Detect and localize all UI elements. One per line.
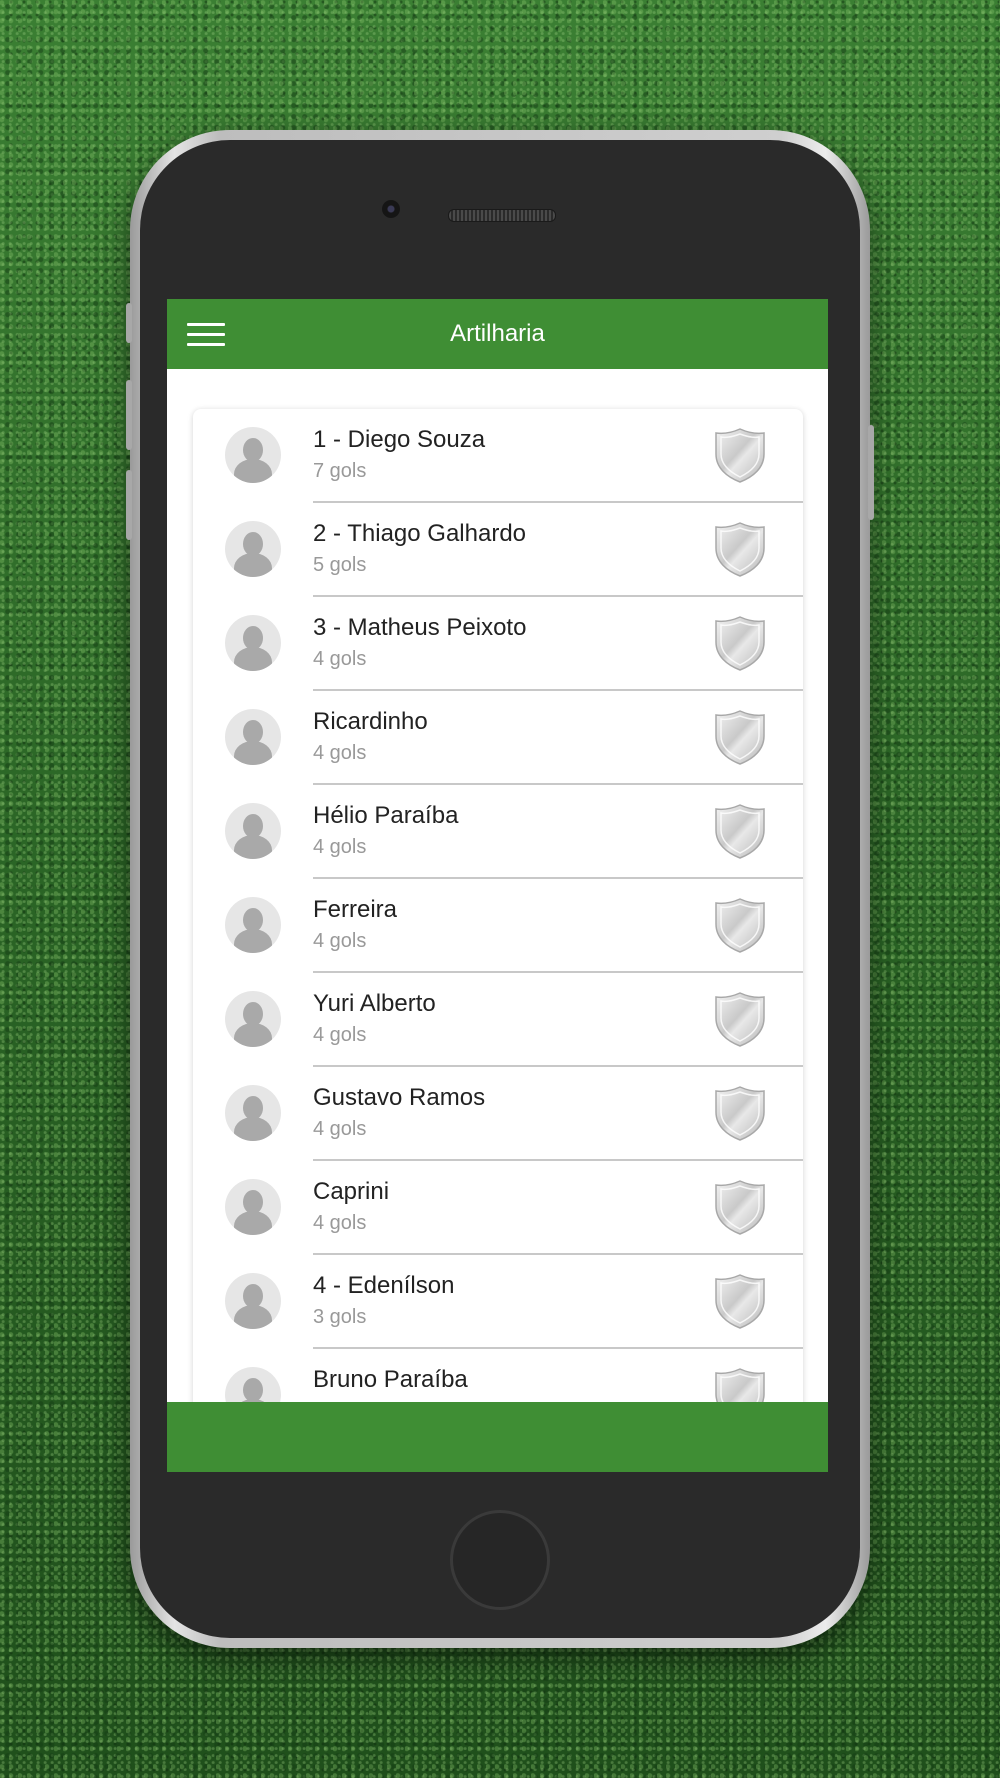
person-avatar-icon xyxy=(225,897,281,953)
team-crest-icon xyxy=(715,992,765,1047)
person-avatar-icon xyxy=(225,709,281,765)
app-screen: Artilharia 1 - Diego Souza 7 gols 2 - Th… xyxy=(167,299,828,1472)
player-goals: 5 gols xyxy=(313,554,367,576)
list-item[interactable]: 1 - Diego Souza 7 gols xyxy=(193,409,803,503)
player-name: Hélio Paraíba xyxy=(313,802,459,829)
team-crest-icon xyxy=(715,428,765,483)
player-goals: 4 gols xyxy=(313,742,367,764)
person-avatar-icon xyxy=(225,615,281,671)
app-footer-bar xyxy=(167,1402,828,1472)
power-button xyxy=(868,425,874,520)
player-goals: 4 gols xyxy=(313,1024,367,1046)
player-name: Gustavo Ramos xyxy=(313,1084,486,1111)
player-name: 3 - Matheus Peixoto xyxy=(313,614,527,641)
list-item[interactable]: 3 - Matheus Peixoto 4 gols xyxy=(193,597,803,691)
player-name: 2 - Thiago Galhardo xyxy=(313,520,527,547)
team-crest-icon xyxy=(715,522,765,577)
scorer-list: 1 - Diego Souza 7 gols 2 - Thiago Galhar… xyxy=(193,409,803,1472)
team-crest-icon xyxy=(715,898,765,953)
volume-up-button xyxy=(126,380,132,450)
home-button[interactable] xyxy=(450,1510,550,1610)
player-name: Bruno Paraíba xyxy=(313,1366,468,1393)
list-item[interactable]: Caprini 4 gols xyxy=(193,1161,803,1255)
team-crest-icon xyxy=(715,710,765,765)
player-goals: 4 gols xyxy=(313,836,367,858)
volume-down-button xyxy=(126,470,132,540)
team-crest-icon xyxy=(715,1086,765,1141)
earpiece-speaker xyxy=(448,209,556,222)
team-crest-icon xyxy=(715,804,765,859)
player-name: Caprini xyxy=(313,1178,390,1205)
team-crest-icon xyxy=(715,1180,765,1235)
person-avatar-icon xyxy=(225,427,281,483)
person-avatar-icon xyxy=(225,803,281,859)
list-item[interactable]: 2 - Thiago Galhardo 5 gols xyxy=(193,503,803,597)
person-avatar-icon xyxy=(225,1085,281,1141)
list-item[interactable]: Ferreira 4 gols xyxy=(193,879,803,973)
front-camera-icon xyxy=(382,200,400,218)
player-goals: 4 gols xyxy=(313,1118,367,1140)
person-avatar-icon xyxy=(225,1179,281,1235)
team-crest-icon xyxy=(715,1274,765,1329)
player-name: Yuri Alberto xyxy=(313,990,436,1017)
list-item[interactable]: Gustavo Ramos 4 gols xyxy=(193,1067,803,1161)
player-name: 1 - Diego Souza xyxy=(313,426,486,453)
player-goals: 4 gols xyxy=(313,648,367,670)
player-goals: 3 gols xyxy=(313,1306,367,1328)
list-item[interactable]: 4 - Edenílson 3 gols xyxy=(193,1255,803,1349)
player-goals: 4 gols xyxy=(313,930,367,952)
player-name: 4 - Edenílson xyxy=(313,1272,455,1299)
list-item[interactable]: Yuri Alberto 4 gols xyxy=(193,973,803,1067)
silent-switch xyxy=(126,303,132,343)
app-header: Artilharia xyxy=(167,299,828,369)
person-avatar-icon xyxy=(225,521,281,577)
player-name: Ferreira xyxy=(313,896,398,923)
player-goals: 4 gols xyxy=(313,1212,367,1234)
player-name: Ricardinho xyxy=(313,708,428,735)
list-item[interactable]: Hélio Paraíba 4 gols xyxy=(193,785,803,879)
list-item[interactable]: Ricardinho 4 gols xyxy=(193,691,803,785)
person-avatar-icon xyxy=(225,991,281,1047)
player-goals: 7 gols xyxy=(313,460,367,482)
person-avatar-icon xyxy=(225,1273,281,1329)
team-crest-icon xyxy=(715,616,765,671)
page-title: Artilharia xyxy=(450,320,545,347)
